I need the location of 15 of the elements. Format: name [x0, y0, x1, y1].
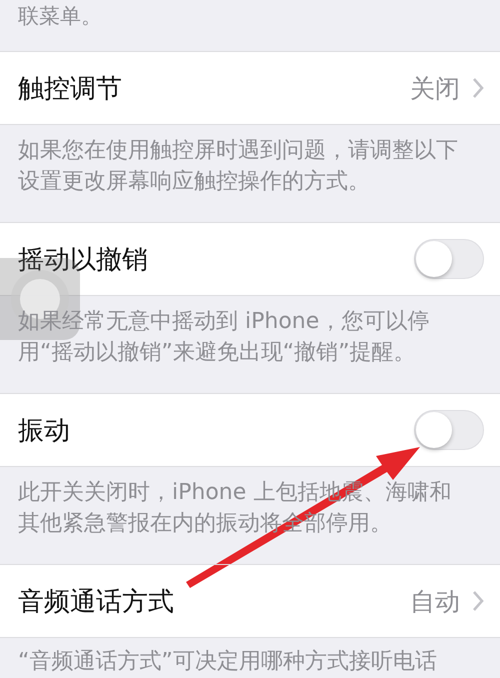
toggle-switch[interactable]	[414, 239, 484, 279]
row-value: 自动	[410, 586, 460, 618]
row-title: 振动	[18, 414, 71, 448]
settings-row[interactable]: 音频通话方式 自动	[0, 565, 500, 638]
row-title: 摇动以撤销	[18, 244, 149, 276]
row-value: 关闭	[410, 72, 460, 104]
chevron-icon	[472, 590, 484, 612]
settings-row[interactable]: 触控调节 关闭	[0, 52, 500, 125]
footnote-text: “音频通话方式”可决定用哪种方式接听电话	[17, 648, 438, 676]
toggle-switch[interactable]	[414, 410, 484, 450]
settings-row[interactable]: 摇动以撤销	[0, 223, 500, 296]
row-title: 音频通话方式	[18, 586, 175, 618]
chevron-icon	[472, 77, 484, 99]
row-title: 触控调节	[18, 72, 123, 106]
settings-row[interactable]: 振动	[0, 394, 500, 467]
